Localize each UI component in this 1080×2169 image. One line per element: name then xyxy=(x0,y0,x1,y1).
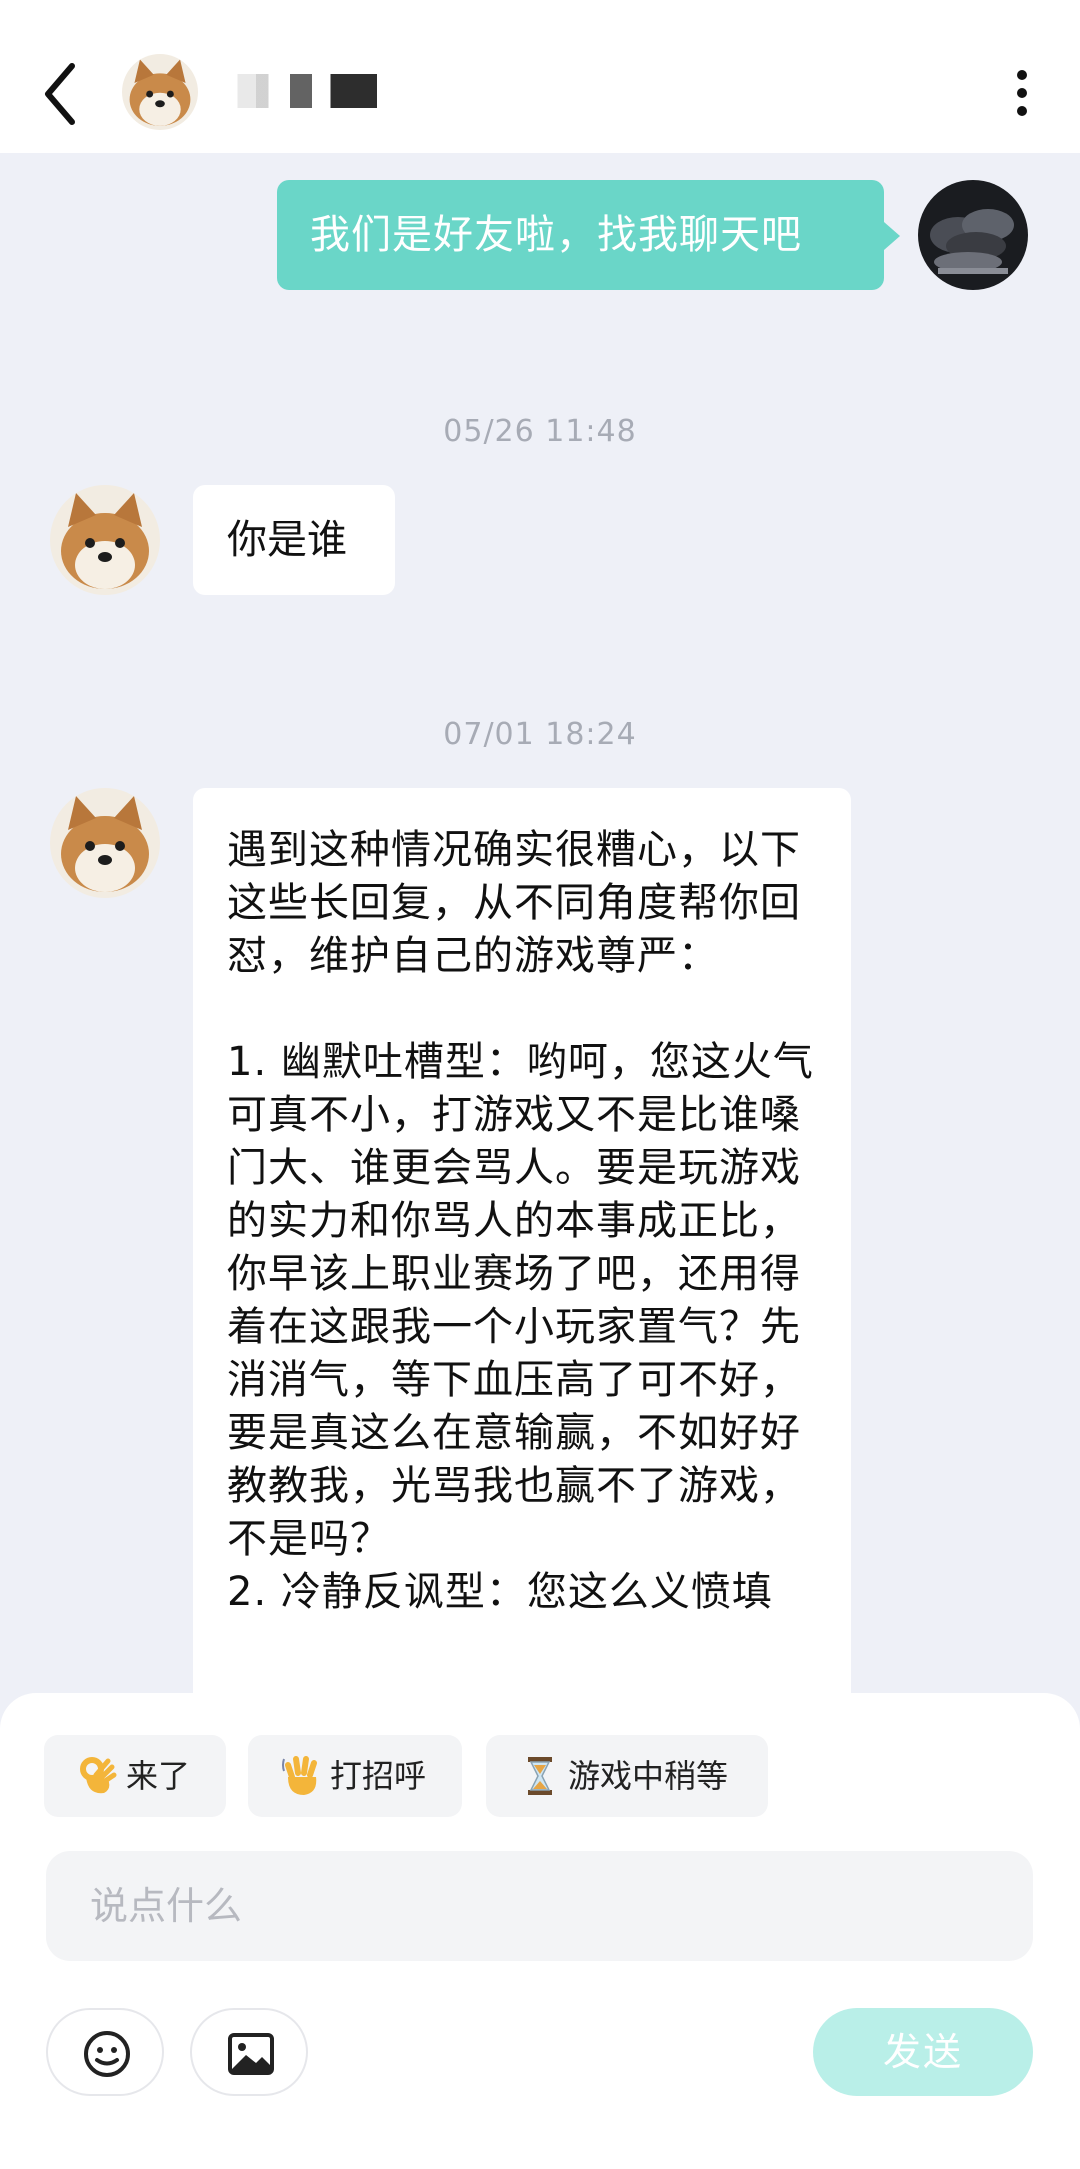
contact-long-message-bubble[interactable]: 遇到这种情况确实很糟心，以下这些长回复，从不同角度帮你回怼，维护自己的游戏尊严：… xyxy=(193,788,851,1708)
quick-reply-greet[interactable]: 打招呼 xyxy=(248,1735,462,1817)
image-icon xyxy=(228,2033,274,2075)
chat-header xyxy=(0,0,1080,153)
composer-panel: 来了 打招呼 游戏中稍等 说点什么 发送 xyxy=(0,1693,1080,2169)
send-button[interactable]: 发送 xyxy=(813,2008,1033,2096)
quick-reply-label: 打招呼 xyxy=(330,1757,427,1795)
contact-message-bubble[interactable]: 你是谁 xyxy=(193,485,395,595)
message-text: 我们是好友啦，找我聊天吧 xyxy=(310,212,802,258)
name-mosaic xyxy=(222,74,377,108)
image-button[interactable] xyxy=(190,2008,308,2096)
emoji-icon xyxy=(84,2031,130,2077)
timestamp: 07/01 18:24 xyxy=(443,717,637,752)
ok-hand-icon xyxy=(80,1757,117,1794)
message-text: 你是谁 xyxy=(227,517,347,563)
contact-name xyxy=(222,66,377,116)
contact-message-avatar[interactable] xyxy=(50,788,160,898)
emoji-button[interactable] xyxy=(46,2008,164,2096)
back-button[interactable] xyxy=(40,58,80,130)
message-input[interactable] xyxy=(46,1851,1033,1961)
my-avatar[interactable] xyxy=(918,180,1028,290)
contact-avatar[interactable] xyxy=(122,54,198,130)
message-text: 遇到这种情况确实很糟心，以下这些长回复，从不同角度帮你回怼，维护自己的游戏尊严：… xyxy=(227,827,814,1615)
quick-reply-wait[interactable]: 游戏中稍等 xyxy=(486,1735,768,1817)
quick-reply-coming[interactable]: 来了 xyxy=(44,1735,226,1817)
bubble-tail xyxy=(884,222,900,250)
my-message-bubble[interactable]: 我们是好友啦，找我聊天吧 xyxy=(277,180,884,290)
chevron-left-icon xyxy=(45,63,75,125)
more-options-button[interactable] xyxy=(1010,70,1034,116)
contact-message-avatar[interactable] xyxy=(50,485,160,595)
quick-reply-label: 来了 xyxy=(126,1757,191,1795)
more-vertical-icon xyxy=(1017,70,1027,80)
waving-hand-icon xyxy=(282,1756,317,1795)
quick-reply-label: 游戏中稍等 xyxy=(568,1757,729,1795)
hourglass-icon xyxy=(528,1757,552,1795)
timestamp: 05/26 11:48 xyxy=(443,414,637,449)
